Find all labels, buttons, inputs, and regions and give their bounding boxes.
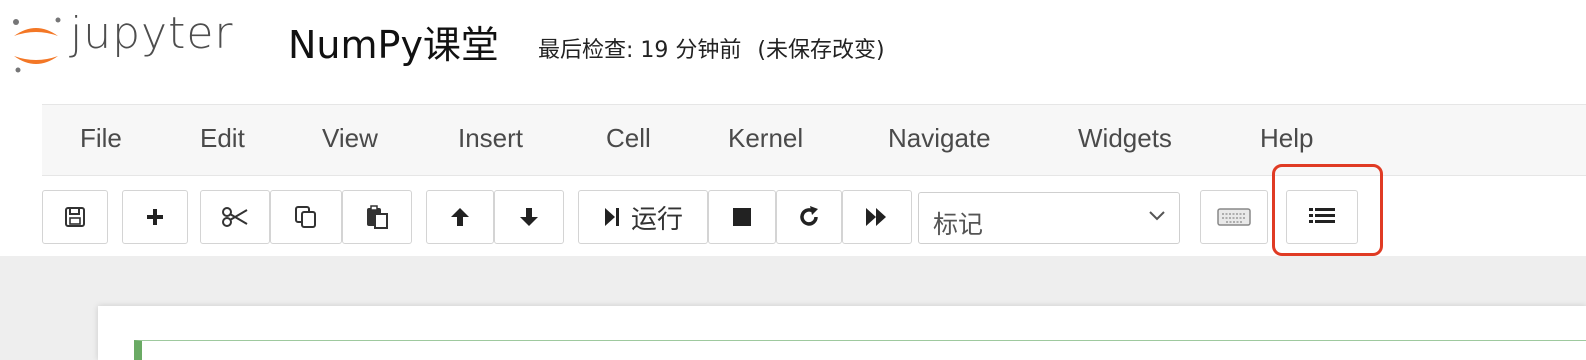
notebook-title[interactable]: NumPy课堂 bbox=[288, 14, 499, 69]
run-all-button[interactable] bbox=[842, 190, 912, 244]
highlight-annotation bbox=[1272, 164, 1383, 256]
cell-type-value: 标记 bbox=[933, 210, 984, 239]
fast-forward-icon bbox=[864, 206, 890, 228]
menu-edit[interactable]: Edit bbox=[200, 123, 245, 154]
menu-help[interactable]: Help bbox=[1260, 123, 1313, 154]
menu-file[interactable]: File bbox=[80, 123, 122, 154]
menu-cell[interactable]: Cell bbox=[606, 123, 651, 154]
checkpoint-time: 最后检查: 19 分钟前 bbox=[538, 38, 742, 63]
keyboard-icon bbox=[1217, 207, 1251, 227]
copy-button[interactable] bbox=[270, 190, 342, 244]
menu-kernel[interactable]: Kernel bbox=[728, 123, 803, 154]
interrupt-kernel-button[interactable] bbox=[708, 190, 776, 244]
restart-kernel-button[interactable] bbox=[776, 190, 842, 244]
header: jupyter NumPy课堂 最后检查: 19 分钟前 (未保存改变) bbox=[0, 0, 1586, 100]
save-button[interactable] bbox=[42, 190, 108, 244]
move-up-button[interactable] bbox=[426, 190, 494, 244]
command-palette-button[interactable] bbox=[1200, 190, 1268, 244]
chevron-down-icon bbox=[1147, 209, 1167, 228]
code-cell[interactable] bbox=[134, 340, 1586, 360]
arrow-up-icon bbox=[448, 205, 472, 229]
unsaved-status: (未保存改变) bbox=[757, 38, 885, 63]
arrow-down-icon bbox=[517, 205, 541, 229]
cut-icon bbox=[221, 206, 249, 228]
stop-icon bbox=[731, 206, 753, 228]
cell-type-select[interactable]: 标记 bbox=[918, 192, 1180, 244]
plus-icon bbox=[144, 206, 166, 228]
copy-icon bbox=[293, 204, 319, 230]
menu-insert[interactable]: Insert bbox=[458, 123, 523, 154]
jupyter-logo-icon[interactable] bbox=[6, 14, 66, 76]
menu-navigate[interactable]: Navigate bbox=[888, 123, 991, 154]
menu-widgets[interactable]: Widgets bbox=[1078, 123, 1172, 154]
run-button[interactable]: 运行 bbox=[578, 190, 708, 244]
checkpoint-status: 最后检查: 19 分钟前 (未保存改变) bbox=[538, 32, 885, 64]
paste-button[interactable] bbox=[342, 190, 412, 244]
menu-view[interactable]: View bbox=[322, 123, 378, 154]
move-down-button[interactable] bbox=[494, 190, 564, 244]
logo-text: jupyter bbox=[70, 8, 234, 59]
insert-cell-button[interactable] bbox=[122, 190, 188, 244]
run-icon bbox=[603, 206, 621, 228]
cut-button[interactable] bbox=[200, 190, 270, 244]
save-icon bbox=[64, 206, 86, 228]
paste-icon bbox=[364, 204, 390, 230]
restart-icon bbox=[797, 205, 821, 229]
run-label: 运行 bbox=[630, 204, 683, 235]
